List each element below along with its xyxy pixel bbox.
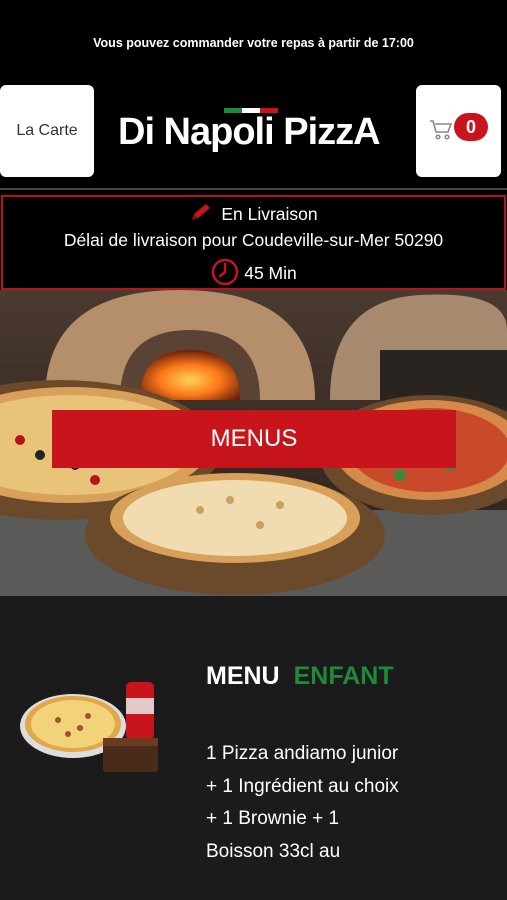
menu-enfant-description: 1 Pizza andiamo junior + 1 Ingrédient au… bbox=[206, 743, 399, 862]
cart-icon bbox=[430, 120, 453, 140]
delivery-location-text: Délai de livraison pour Coudeville-sur-M… bbox=[63, 230, 444, 250]
pencil-icon bbox=[192, 204, 211, 220]
menu-title-word1: MENU bbox=[206, 662, 280, 690]
menu-enfant-image bbox=[20, 682, 158, 772]
menus-label: MENUS bbox=[210, 425, 298, 452]
logo[interactable]: Di Napoli PizzA bbox=[118, 107, 393, 157]
menu-enfant-title: MENU ENFANT bbox=[206, 662, 394, 691]
header: La Carte Di Napoli PizzA 0 bbox=[0, 85, 507, 185]
menu-title-word2: ENFANT bbox=[293, 662, 394, 690]
cart-count-badge: 0 bbox=[454, 113, 488, 141]
delivery-time-label: 45 Min bbox=[244, 263, 297, 283]
cart-button[interactable]: 0 bbox=[416, 85, 501, 177]
delivery-mode-label: En Livraison bbox=[221, 204, 318, 224]
header-divider bbox=[0, 188, 507, 190]
opening-notice: Vous pouvez commander votre repas à part… bbox=[93, 36, 414, 50]
delivery-mode-row: En Livraison bbox=[3, 203, 504, 225]
la-carte-label: La Carte bbox=[16, 122, 78, 139]
menus-button[interactable]: MENUS bbox=[52, 410, 456, 468]
top-notice-bar: Vous pouvez commander votre repas à part… bbox=[0, 0, 507, 85]
clock-icon bbox=[211, 258, 239, 286]
logo-text: Di Napoli PizzA bbox=[118, 111, 381, 153]
menu-enfant-card[interactable]: MENU ENFANT 1 Pizza andiamo junior + 1 In… bbox=[0, 596, 507, 900]
delivery-time-row: 45 Min bbox=[3, 257, 504, 287]
hero-banner: MENUS bbox=[0, 290, 507, 596]
delivery-info-panel[interactable]: En Livraison Délai de livraison pour Cou… bbox=[1, 195, 506, 290]
la-carte-button[interactable]: La Carte bbox=[0, 85, 94, 177]
